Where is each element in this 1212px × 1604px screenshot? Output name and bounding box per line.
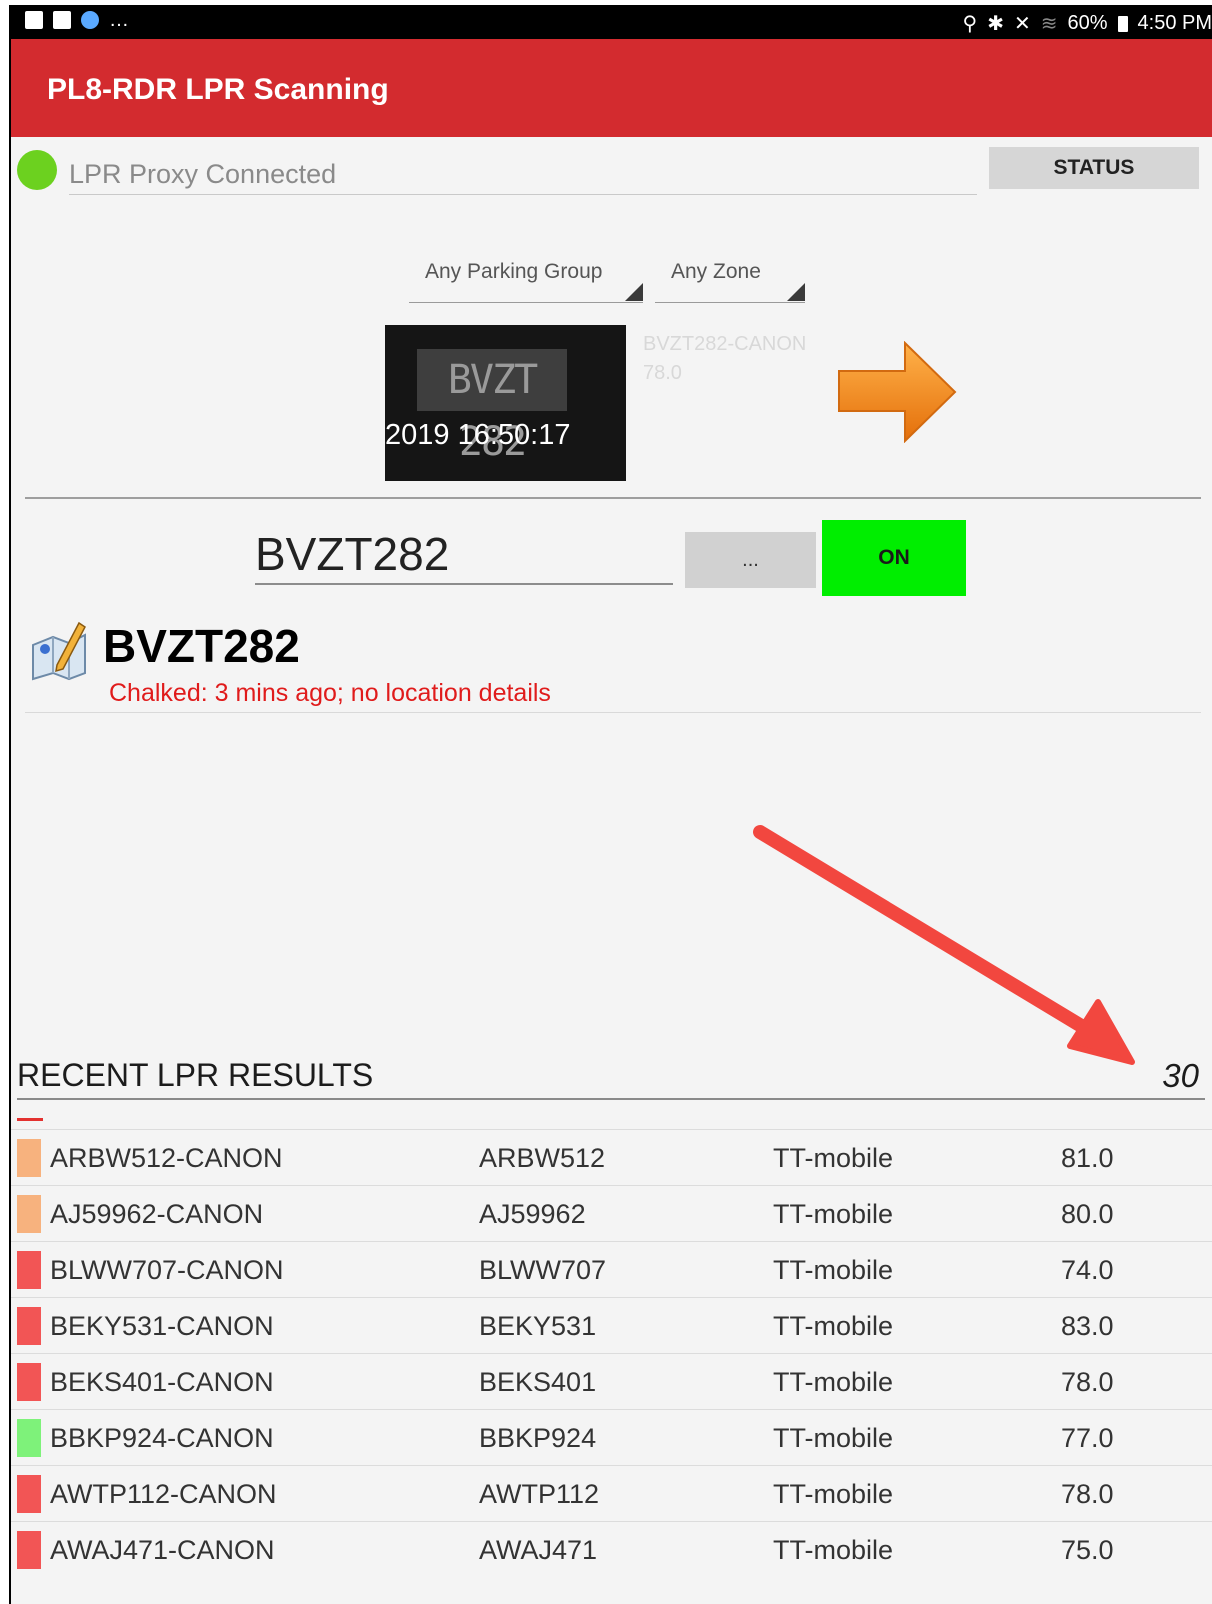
- source-cell: TT-mobile: [773, 1199, 894, 1229]
- confidence-cell: 80.0: [1061, 1199, 1114, 1229]
- confidence-cell: 74.0: [1061, 1255, 1114, 1285]
- location-icon: ⚲: [962, 13, 978, 35]
- captured-plate-text: BVZT 282: [417, 349, 567, 465]
- plate-cell: BLWW707: [479, 1255, 607, 1285]
- read-id-cell: BEKS401-CANON: [50, 1367, 274, 1397]
- battery-percent: 60%: [1067, 12, 1108, 34]
- status-swatch: [17, 1251, 41, 1289]
- clock: 4:50 PM: [1137, 12, 1212, 34]
- zone-underline: [655, 302, 805, 303]
- plate-cell: ARBW512: [479, 1143, 606, 1173]
- status-button[interactable]: STATUS: [989, 147, 1199, 189]
- scan-toggle-button[interactable]: ON: [822, 520, 966, 596]
- read-id-cell: ARBW512-CANON: [50, 1143, 283, 1173]
- plate-cell: BEKS401: [479, 1367, 597, 1397]
- source-cell: TT-mobile: [773, 1479, 894, 1509]
- read-id-cell: BBKP924-CANON: [50, 1423, 274, 1453]
- read-id-cell: BLWW707-CANON: [50, 1255, 284, 1285]
- status-swatch: [17, 1307, 41, 1345]
- status-swatch: [17, 1531, 41, 1569]
- plate-capture-image[interactable]: BVZT 282 2019 16:50:17: [385, 325, 626, 481]
- status-swatch: [17, 1363, 41, 1401]
- confidence-cell: 78.0: [1061, 1367, 1114, 1397]
- source-cell: TT-mobile: [773, 1143, 894, 1173]
- vehicle-plate-heading: BVZT282: [103, 620, 300, 672]
- plate-cell: AWTP112: [479, 1479, 600, 1509]
- recent-results-title: RECENT LPR RESULTS: [17, 1057, 374, 1093]
- confidence-cell: 77.0: [1061, 1423, 1114, 1453]
- last-read-info: BVZT282-CANON 78.0: [643, 330, 806, 388]
- confidence-cell: 75.0: [1061, 1535, 1114, 1565]
- app-title: PL8-RDR LPR Scanning: [47, 73, 389, 106]
- plate-input[interactable]: BVZT282: [255, 527, 449, 581]
- map-edit-icon[interactable]: [29, 619, 89, 681]
- parking-group-dropdown-icon[interactable]: [625, 283, 643, 301]
- keyboard-icon: [25, 11, 43, 29]
- next-arrow-icon[interactable]: [837, 341, 959, 443]
- read-id-cell: AJ59962-CANON: [50, 1199, 264, 1229]
- table-row[interactable]: BEKY531-CANON BEKY531 TT-mobile 83.0: [11, 1297, 1212, 1353]
- status-swatch: [17, 1195, 41, 1233]
- wifi-icon: ≋: [1040, 13, 1058, 35]
- read-id-cell: AWAJ471-CANON: [50, 1535, 275, 1565]
- parking-group-select[interactable]: Any Parking Group: [425, 260, 602, 284]
- recent-results-count: 30: [1162, 1057, 1199, 1094]
- status-swatch: [17, 1419, 41, 1457]
- vehicle-divider: [25, 712, 1201, 713]
- plate-cell: AWAJ471: [479, 1535, 598, 1565]
- app-screen: … ⚲ ✱ ✕ ≋ 60% 4:50 PM PL8-RDR LPR Scanni…: [9, 5, 1212, 1604]
- table-row[interactable]: AWAJ471-CANON AWAJ471 TT-mobile 75.0: [11, 1521, 1212, 1577]
- table-row[interactable]: BLWW707-CANON BLWW707 TT-mobile 74.0: [11, 1241, 1212, 1297]
- connection-status-text: LPR Proxy Connected: [69, 159, 337, 189]
- capture-timestamp: 2019 16:50:17: [385, 419, 571, 451]
- app-bar: PL8-RDR LPR Scanning: [11, 39, 1212, 137]
- source-cell: TT-mobile: [773, 1311, 894, 1341]
- plate-cell: BBKP924: [479, 1423, 597, 1453]
- confidence-cell: 81.0: [1061, 1143, 1114, 1173]
- bluetooth-icon: ✱: [987, 13, 1004, 35]
- plate-cell: BEKY531: [479, 1311, 597, 1341]
- image-icon: [53, 11, 71, 29]
- source-cell: TT-mobile: [773, 1255, 894, 1285]
- read-id-cell: BEKY531-CANON: [50, 1311, 274, 1341]
- zone-select[interactable]: Any Zone: [671, 260, 761, 284]
- table-row[interactable]: BBKP924-CANON BBKP924 TT-mobile 77.0: [11, 1409, 1212, 1465]
- list-indicator: [17, 1118, 43, 1121]
- confidence-cell: 83.0: [1061, 1311, 1114, 1341]
- source-cell: TT-mobile: [773, 1423, 894, 1453]
- table-row[interactable]: AWTP112-CANON AWTP112 TT-mobile 78.0: [11, 1465, 1212, 1521]
- info-icon: [81, 11, 99, 29]
- recent-results-underline: [17, 1098, 1205, 1100]
- status-bar-right: ⚲ ✱ ✕ ≋ 60% 4:50 PM: [963, 11, 1212, 36]
- read-id-cell: AWTP112-CANON: [50, 1479, 277, 1509]
- status-swatch: [17, 1475, 41, 1513]
- plate-cell: AJ59962: [479, 1199, 586, 1229]
- table-row[interactable]: ARBW512-CANON ARBW512 TT-mobile 81.0: [11, 1129, 1212, 1185]
- status-swatch: [17, 1139, 41, 1177]
- confidence-cell: 78.0: [1061, 1479, 1114, 1509]
- status-bar-left: …: [25, 10, 129, 30]
- table-row[interactable]: BEKS401-CANON BEKS401 TT-mobile 78.0: [11, 1353, 1212, 1409]
- more-options-button[interactable]: ...: [685, 532, 816, 588]
- zone-dropdown-icon[interactable]: [787, 283, 805, 301]
- source-cell: TT-mobile: [773, 1535, 894, 1565]
- chalk-status: Chalked: 3 mins ago; no location details: [109, 679, 551, 707]
- last-read-confidence: 78.0: [643, 362, 682, 384]
- section-divider: [25, 497, 1201, 499]
- connection-underline: [69, 194, 977, 195]
- notification-overflow: …: [109, 9, 129, 31]
- source-cell: TT-mobile: [773, 1367, 894, 1397]
- recent-results-list: ARBW512-CANON ARBW512 TT-mobile 81.0 AJ59962…: [11, 1129, 1212, 1577]
- plate-input-underline: [255, 583, 673, 585]
- connection-indicator: [17, 150, 57, 190]
- status-bar: … ⚲ ✱ ✕ ≋ 60% 4:50 PM: [11, 7, 1212, 39]
- mute-icon: ✕: [1013, 13, 1031, 35]
- parking-group-underline: [409, 302, 643, 303]
- battery-icon: [1117, 15, 1128, 32]
- last-read-id: BVZT282-CANON: [643, 333, 807, 355]
- table-row[interactable]: AJ59962-CANON AJ59962 TT-mobile 80.0: [11, 1185, 1212, 1241]
